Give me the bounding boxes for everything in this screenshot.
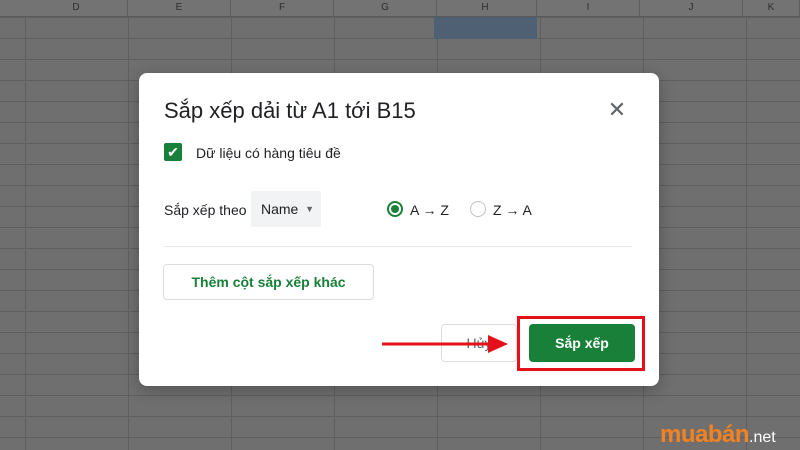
highlight-box [517, 316, 645, 371]
close-icon[interactable]: ✕ [605, 99, 629, 123]
column-header-k[interactable]: K [743, 0, 800, 16]
watermark-tld: .net [749, 429, 776, 446]
watermark-logo: muabán.net [660, 421, 776, 449]
radio-a-to-z[interactable] [387, 201, 403, 217]
column-header-g[interactable]: G [334, 0, 437, 16]
chevron-down-icon: ▼ [305, 204, 314, 214]
column-header-f[interactable]: F [231, 0, 334, 16]
header-row-label: Dữ liệu có hàng tiêu đề [196, 145, 341, 161]
right-arrow-icon [382, 335, 508, 353]
column-header-row: D E F G H I J K [0, 0, 800, 17]
column-header-h[interactable]: H [434, 0, 537, 16]
radio-z-to-a[interactable] [470, 201, 486, 217]
sort-by-label: Sắp xếp theo [164, 202, 247, 218]
column-header-d[interactable]: D [25, 0, 128, 16]
radio-a-to-z-label: A → Z [410, 202, 449, 218]
add-sort-column-button[interactable]: Thêm cột sắp xếp khác [163, 264, 374, 300]
selected-cell[interactable] [434, 17, 537, 39]
header-row-checkbox[interactable]: ✔ [164, 143, 182, 161]
sort-column-dropdown[interactable]: Name ▼ [251, 191, 321, 227]
radio-z-to-a-label: Z → A [493, 202, 532, 218]
watermark-brand: muabán [660, 421, 750, 448]
column-header-j[interactable]: J [640, 0, 743, 16]
checkmark-icon: ✔ [167, 144, 179, 160]
column-header-e[interactable]: E [128, 0, 231, 16]
dialog-title: Sắp xếp dải từ A1 tới B15 [164, 98, 416, 123]
column-header-i[interactable]: I [537, 0, 640, 16]
sort-column-value: Name [261, 201, 299, 217]
divider [164, 246, 632, 247]
